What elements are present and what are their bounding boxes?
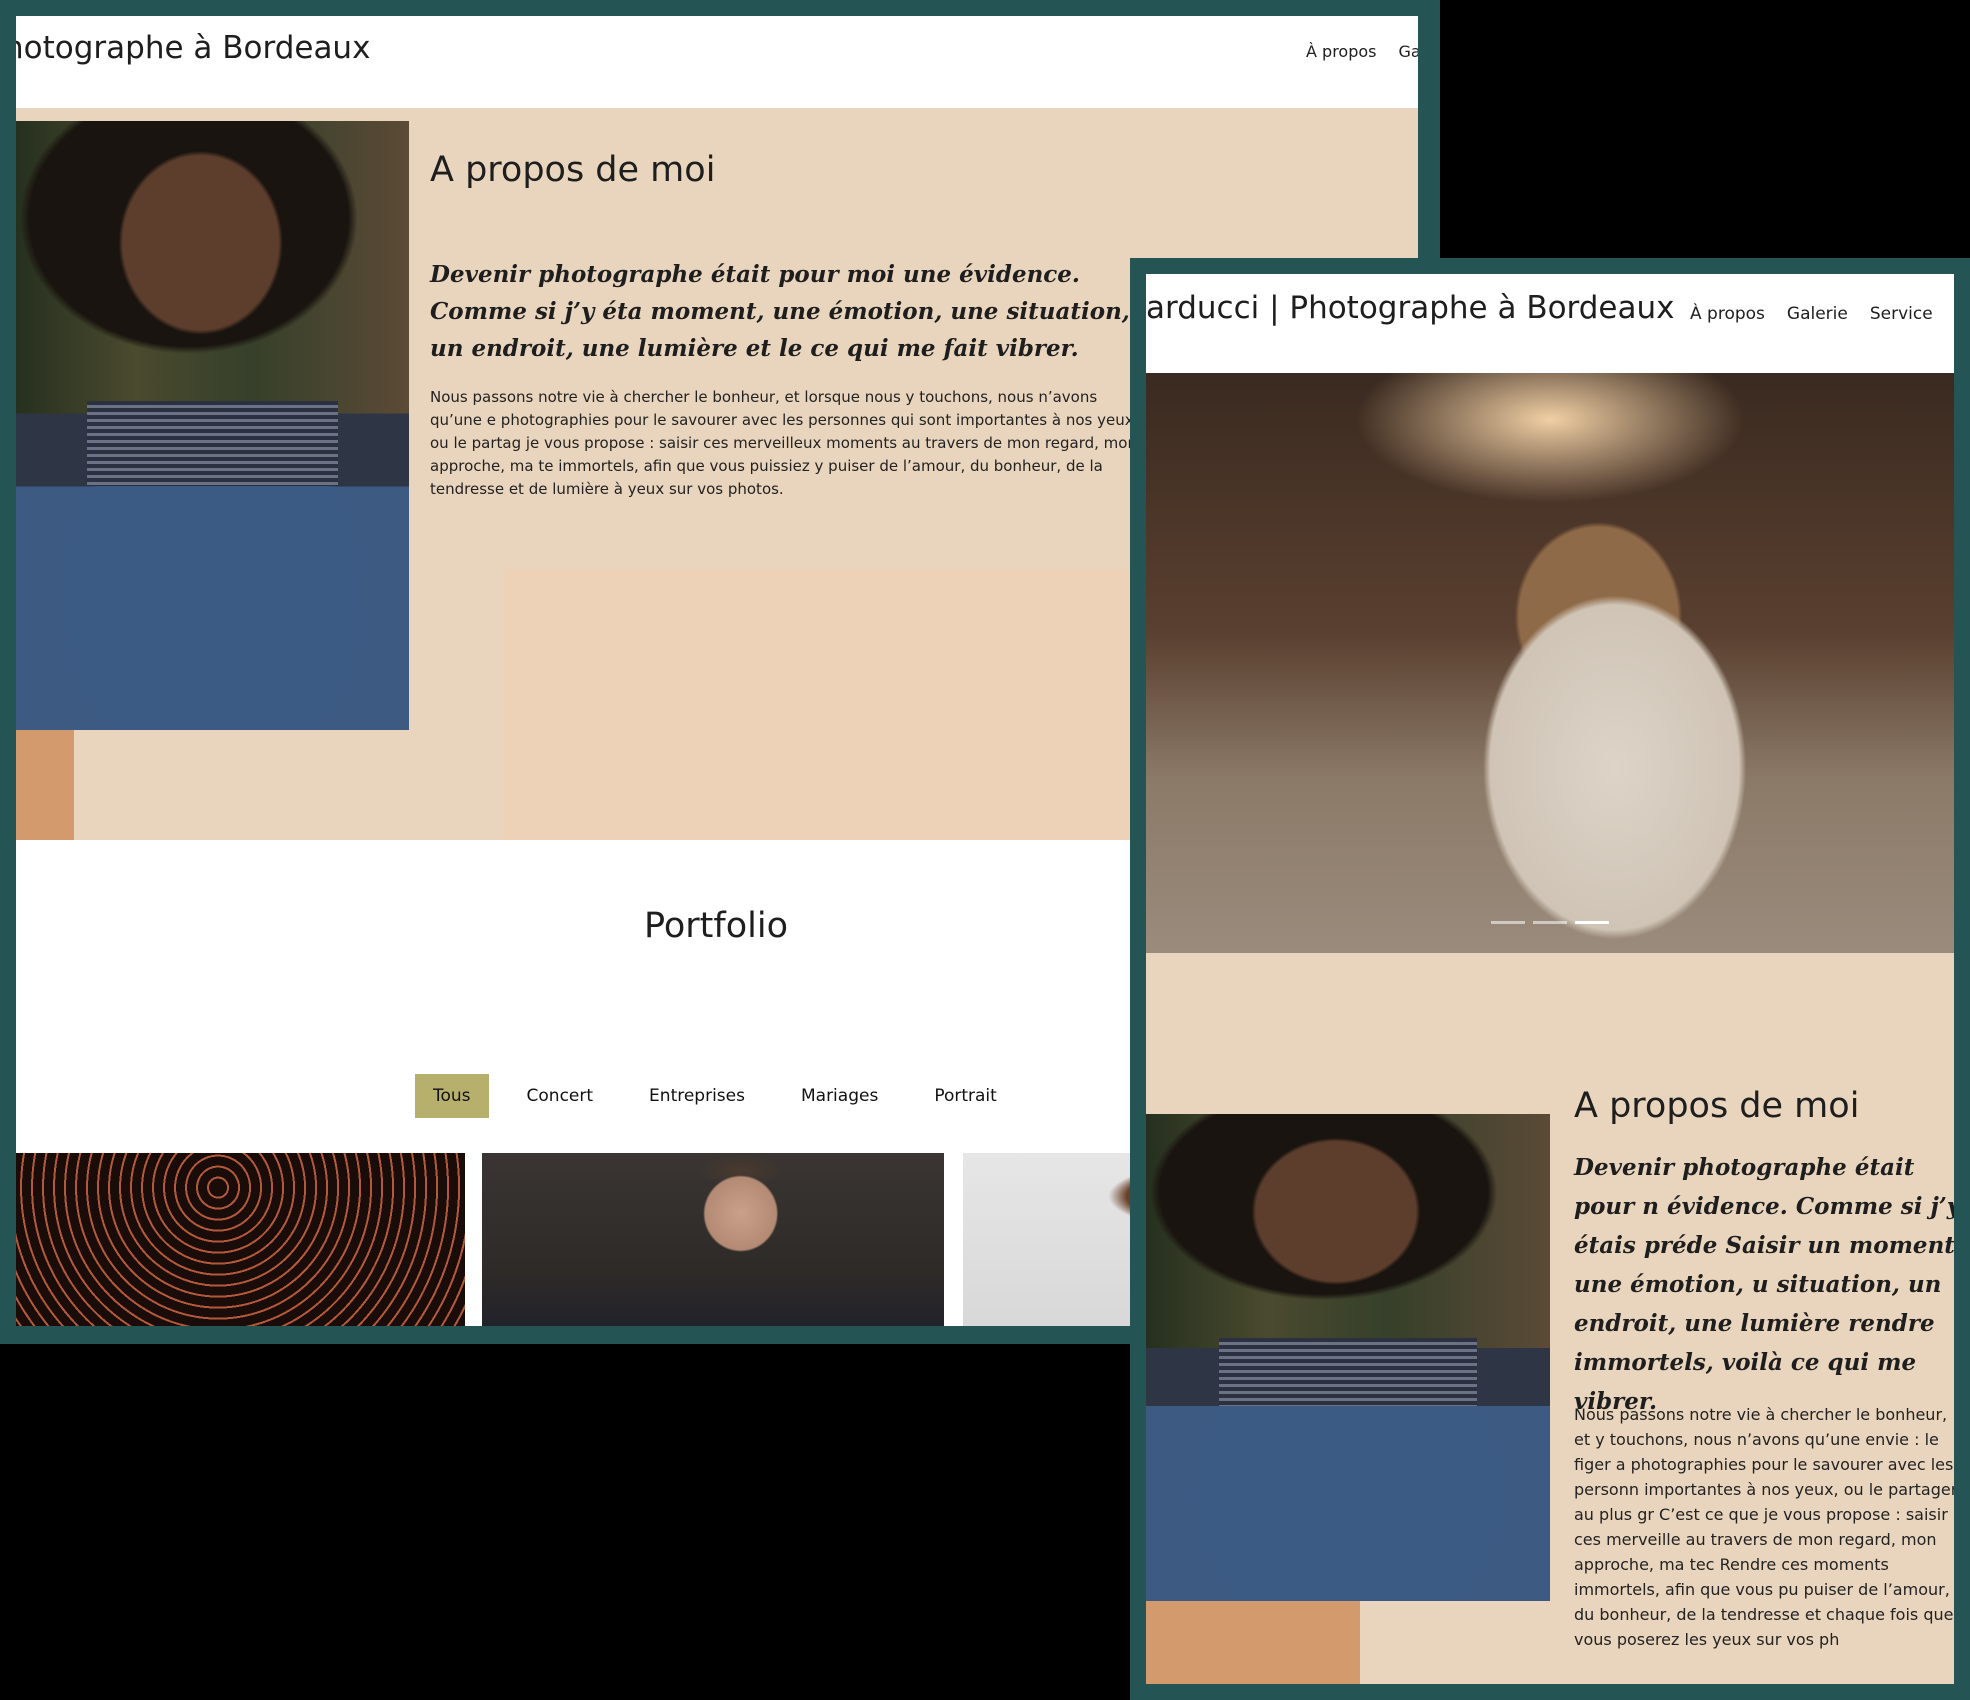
filter-entreprises[interactable]: Entreprises — [631, 1074, 763, 1118]
portfolio-filter-bar: Tous Concert Entreprises Mariages Portra… — [415, 1074, 1035, 1118]
portrait-photo — [16, 121, 409, 730]
carousel-dot-1[interactable] — [1491, 921, 1525, 924]
front-browser-window: arducci | Photographe à Bordeaux À propo… — [1130, 258, 1970, 1700]
hero-carousel-image[interactable] — [1146, 373, 1954, 953]
portfolio-thumbnail-concert[interactable] — [16, 1153, 465, 1326]
portrait-photo — [1146, 1114, 1550, 1601]
nav-item-a-propos[interactable]: À propos — [1690, 304, 1765, 324]
portfolio-heading: Portfolio — [644, 906, 788, 946]
filter-portrait[interactable]: Portrait — [916, 1074, 1015, 1118]
decorative-accent-block — [16, 730, 74, 840]
filter-concert[interactable]: Concert — [509, 1074, 612, 1118]
photo-detail — [1218, 1338, 1478, 1407]
site-header: hotographe à Bordeaux À propos Gal — [16, 16, 1418, 108]
carousel-dot-3[interactable] — [1575, 921, 1609, 924]
main-nav: À propos Galerie Service C — [1690, 304, 1954, 324]
nav-item-a-propos[interactable]: À propos — [1306, 42, 1376, 61]
carousel-indicators — [1491, 921, 1617, 924]
main-nav: À propos Gal — [1306, 42, 1418, 61]
site-header: arducci | Photographe à Bordeaux À propo… — [1146, 274, 1954, 373]
site-title[interactable]: hotographe à Bordeaux — [16, 30, 370, 66]
about-body-text: Nous passons notre vie à chercher le bon… — [1574, 1405, 1954, 1649]
decorative-accent-block — [1146, 1601, 1360, 1684]
about-heading: A propos de moi — [430, 150, 716, 190]
about-lead-quote: Devenir photographe était pour n évidenc… — [1574, 1154, 1954, 1415]
about-lead-quote: Devenir photographe était pour moi une é… — [430, 261, 1130, 362]
about-heading: A propos de moi — [1574, 1086, 1860, 1126]
nav-item-galerie[interactable]: Galerie — [1787, 304, 1848, 324]
carousel-dot-2[interactable] — [1533, 921, 1567, 924]
site-title[interactable]: arducci | Photographe à Bordeaux — [1146, 290, 1675, 326]
portfolio-thumbnail-portrait[interactable] — [482, 1153, 944, 1326]
photo-detail — [86, 401, 339, 487]
filter-mariages[interactable]: Mariages — [783, 1074, 896, 1118]
nav-item-service[interactable]: Service — [1870, 304, 1933, 324]
filter-tous[interactable]: Tous — [415, 1074, 489, 1118]
front-viewport: arducci | Photographe à Bordeaux À propo… — [1146, 274, 1954, 1684]
about-body-text: Nous passons notre vie à chercher le bon… — [430, 388, 1139, 498]
nav-item-galerie[interactable]: Gal — [1398, 42, 1418, 61]
